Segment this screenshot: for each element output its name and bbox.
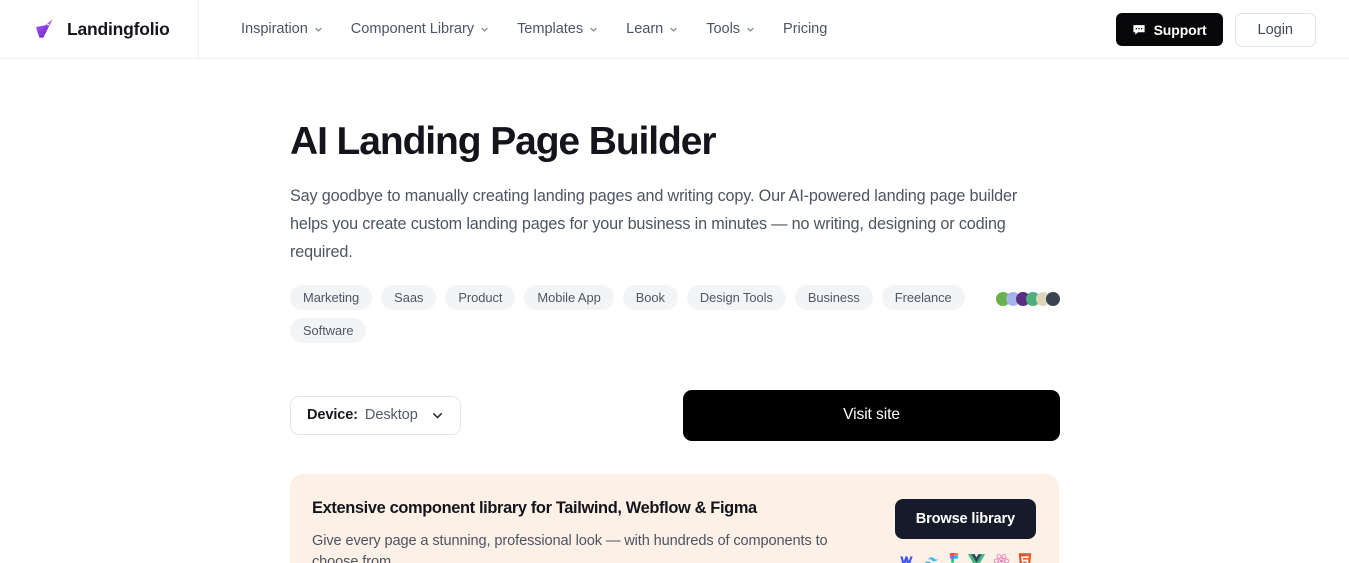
page-title: AI Landing Page Builder: [290, 120, 717, 163]
nav-item-label: Templates: [517, 21, 584, 37]
chevron-down-icon: [747, 27, 754, 32]
device-selector-value: Desktop: [364, 407, 418, 424]
color-swatch: [1046, 291, 1060, 306]
promo-subtitle: Give every page a stunning, professional…: [312, 532, 828, 563]
tag-list: Marketing Saas Product Mobile App Book D…: [290, 284, 990, 343]
tag-item[interactable]: Mobile App: [524, 284, 614, 310]
visit-site-button[interactable]: Visit site: [683, 389, 1060, 441]
header-actions: Support Login: [1115, 0, 1316, 59]
vue-icon: [967, 553, 985, 563]
landingfolio-origami-bird-logo: [36, 19, 53, 38]
controls-row: Device: Desktop Visit site: [290, 389, 1060, 441]
tailwind-icon: [924, 557, 938, 563]
tag-item[interactable]: Book: [622, 284, 678, 310]
tag-item[interactable]: Design Tools: [686, 284, 786, 310]
nav-item-label: Learn: [626, 21, 664, 37]
brand-logo-link[interactable]: Landingfolio: [0, 0, 199, 59]
chevron-down-icon: [670, 27, 677, 32]
tag-item[interactable]: Product: [445, 284, 516, 310]
promo-banner: Extensive component library for Tailwind…: [290, 473, 1059, 563]
brand-name: Landingfolio: [67, 18, 170, 39]
chat-bubble-icon: [1132, 24, 1145, 35]
support-label: Support: [1153, 21, 1207, 38]
chevron-down-icon: [315, 27, 322, 32]
tag-item[interactable]: Business: [794, 284, 873, 310]
nav-item-label: Inspiration: [241, 21, 308, 37]
support-button[interactable]: Support: [1115, 13, 1223, 46]
nav-item-pricing[interactable]: Pricing: [769, 15, 841, 43]
login-button[interactable]: Login: [1234, 12, 1316, 47]
device-selector-label: Device:: [307, 407, 358, 424]
tag-item[interactable]: Freelance: [881, 284, 965, 310]
react-icon: [993, 554, 1010, 563]
nav-item-inspiration[interactable]: Inspiration: [227, 15, 337, 43]
main-content: AI Landing Page Builder Say goodbye to m…: [0, 59, 1349, 563]
tag-item[interactable]: Saas: [381, 284, 437, 310]
webflow-icon: [900, 556, 913, 563]
promo-title: Extensive component library for Tailwind…: [312, 498, 757, 517]
nav-item-tools[interactable]: Tools: [692, 15, 769, 43]
promo-text-block: Extensive component library for Tailwind…: [312, 499, 895, 563]
site-header: Landingfolio Inspiration Component Libra…: [0, 0, 1349, 59]
color-palette-swatches: [996, 291, 1060, 306]
promo-actions: Browse library: [894, 498, 1036, 563]
chevron-down-icon: [432, 412, 442, 419]
tags-and-swatches-row: Marketing Saas Product Mobile App Book D…: [290, 284, 1060, 343]
nav-item-label: Pricing: [783, 21, 828, 37]
nav-item-label: Component Library: [350, 21, 475, 37]
tag-item[interactable]: Marketing: [290, 284, 373, 310]
main-nav: Inspiration Component Library Templates …: [227, 15, 841, 43]
html5-icon: [1018, 553, 1032, 563]
nav-item-templates[interactable]: Templates: [503, 15, 612, 43]
chevron-down-icon: [481, 27, 488, 32]
tag-item[interactable]: Software: [290, 317, 367, 343]
device-selector[interactable]: Device: Desktop: [290, 395, 461, 435]
chevron-down-icon: [590, 27, 597, 32]
nav-item-component-library[interactable]: Component Library: [337, 15, 503, 43]
browse-library-button[interactable]: Browse library: [894, 498, 1036, 539]
nav-item-learn[interactable]: Learn: [612, 15, 692, 43]
tech-stack-icons: [899, 552, 1032, 563]
page-description: Say goodbye to manually creating landing…: [290, 186, 1018, 261]
figma-icon: [949, 552, 959, 563]
nav-item-label: Tools: [706, 21, 741, 37]
